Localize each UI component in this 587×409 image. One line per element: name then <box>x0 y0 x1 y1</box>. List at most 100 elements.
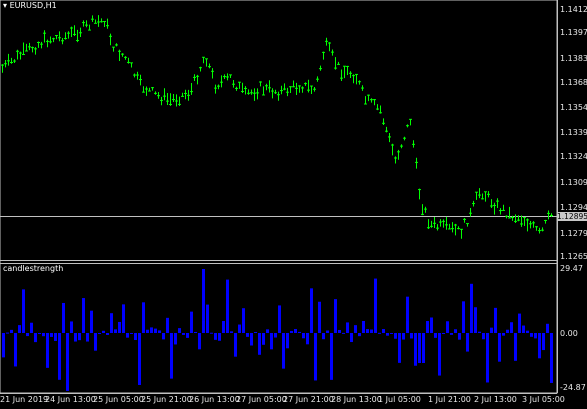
time-tick: 28 Jun 13:00 <box>331 395 382 404</box>
indicator-bar <box>538 333 541 359</box>
indicator-bar <box>86 333 89 342</box>
indicator-bar <box>526 330 529 333</box>
time-tick: 25 Jun 21:00 <box>141 395 192 404</box>
indicator-bar <box>218 333 221 341</box>
indicator-bar <box>426 321 429 333</box>
indicator-bar <box>174 333 177 345</box>
indicator-bar <box>474 307 477 333</box>
indicator-bar <box>210 332 213 334</box>
indicator-bar <box>162 333 165 340</box>
indicator-bar <box>458 333 461 340</box>
indicator-bar <box>318 301 321 333</box>
indicator-bar <box>418 333 421 363</box>
indicator-bar <box>134 333 137 341</box>
time-tick: 21 Jun 2019 <box>0 395 49 404</box>
indicator-bar <box>534 333 537 339</box>
indicator-bar <box>222 321 225 333</box>
indicator-bar <box>10 329 13 333</box>
time-tick: 1 Jul 05:00 <box>378 395 421 404</box>
indicator-bar <box>494 307 497 333</box>
indicator-bar <box>314 333 317 381</box>
indicator-bar <box>2 333 5 358</box>
indicator-bar <box>342 332 345 334</box>
indicator-bar <box>38 333 41 334</box>
indicator-bar <box>18 325 21 333</box>
indicator-bar <box>66 333 69 391</box>
indicator-bar <box>406 296 409 333</box>
indicator-bar <box>234 333 237 357</box>
indicator-bar <box>498 333 501 362</box>
indicator-bar <box>266 329 269 333</box>
time-tick: 27 Jun 05:00 <box>236 395 287 404</box>
price-tick: 1.13540 <box>560 103 587 112</box>
indicator-label: candlestrength <box>3 264 64 273</box>
indicator-histogram <box>2 269 553 391</box>
indicator-bar <box>98 333 101 334</box>
time-tick: 1 Jul 21:00 <box>428 395 471 404</box>
price-tick: 1.14120 <box>560 5 587 14</box>
indicator-bar <box>230 331 233 333</box>
indicator-tick: 0.00 <box>560 329 578 338</box>
price-tick: 1.12795 <box>560 229 587 238</box>
current-price-tag: 1.12895 <box>557 212 587 221</box>
indicator-bar <box>546 323 549 333</box>
price-tick: 1.12945 <box>560 203 587 212</box>
indicator-bar <box>414 333 417 366</box>
indicator-bar <box>490 327 493 333</box>
indicator-bar <box>238 324 241 333</box>
indicator-bar <box>226 279 229 333</box>
indicator-bar <box>74 333 77 342</box>
indicator-bar <box>302 333 305 339</box>
indicator-bar <box>514 333 517 361</box>
indicator-tick: 29.47 <box>560 264 583 273</box>
indicator-bar <box>510 322 513 333</box>
indicator-bar <box>30 322 33 333</box>
indicator-bar <box>262 333 265 345</box>
indicator-bar <box>346 322 349 333</box>
indicator-bar <box>254 331 257 333</box>
indicator-bar <box>434 333 437 338</box>
indicator-bar <box>102 330 105 333</box>
indicator-bar <box>530 333 533 337</box>
price-tick: 1.13245 <box>560 152 587 161</box>
indicator-bar <box>34 333 37 343</box>
chart-border <box>0 0 558 394</box>
indicator-bar <box>366 329 369 333</box>
chart-window[interactable]: ▾ EURUSD,H1 candlestrength 1.12895 1.141… <box>0 0 587 407</box>
indicator-bar <box>138 333 141 385</box>
indicator-bar <box>386 333 389 336</box>
indicator-bar <box>114 329 117 333</box>
price-tick: 1.12650 <box>560 252 587 261</box>
indicator-bar <box>206 304 209 333</box>
indicator-bar <box>390 333 393 334</box>
indicator-tick: -24.87 <box>560 383 586 392</box>
indicator-bar <box>470 283 473 333</box>
time-tick: 27 Jun 21:00 <box>283 395 334 404</box>
indicator-bar <box>62 302 65 333</box>
symbol-text: EURUSD,H1 <box>9 1 57 10</box>
indicator-bar <box>442 333 445 334</box>
indicator-bar <box>46 333 49 368</box>
indicator-bar <box>462 301 465 333</box>
indicator-bar <box>378 332 381 334</box>
indicator-bar <box>370 329 373 333</box>
price-tick: 1.13685 <box>560 78 587 87</box>
indicator-bar <box>542 333 545 351</box>
indicator-bar <box>298 331 301 333</box>
chart-canvas[interactable] <box>0 0 587 407</box>
indicator-bar <box>486 333 489 383</box>
indicator-bar <box>170 333 173 379</box>
indicator-bar <box>478 331 481 333</box>
indicator-bar <box>506 329 509 333</box>
indicator-bar <box>198 333 201 350</box>
indicator-bar <box>178 328 181 333</box>
indicator-bar <box>190 311 193 333</box>
time-tick: 25 Jun 05:00 <box>93 395 144 404</box>
indicator-bar <box>194 331 197 333</box>
indicator-bar <box>438 333 441 376</box>
indicator-bar <box>310 288 313 333</box>
indicator-bar <box>502 333 505 336</box>
indicator-bar <box>430 317 433 333</box>
indicator-bar <box>158 330 161 333</box>
indicator-bar <box>90 310 93 333</box>
